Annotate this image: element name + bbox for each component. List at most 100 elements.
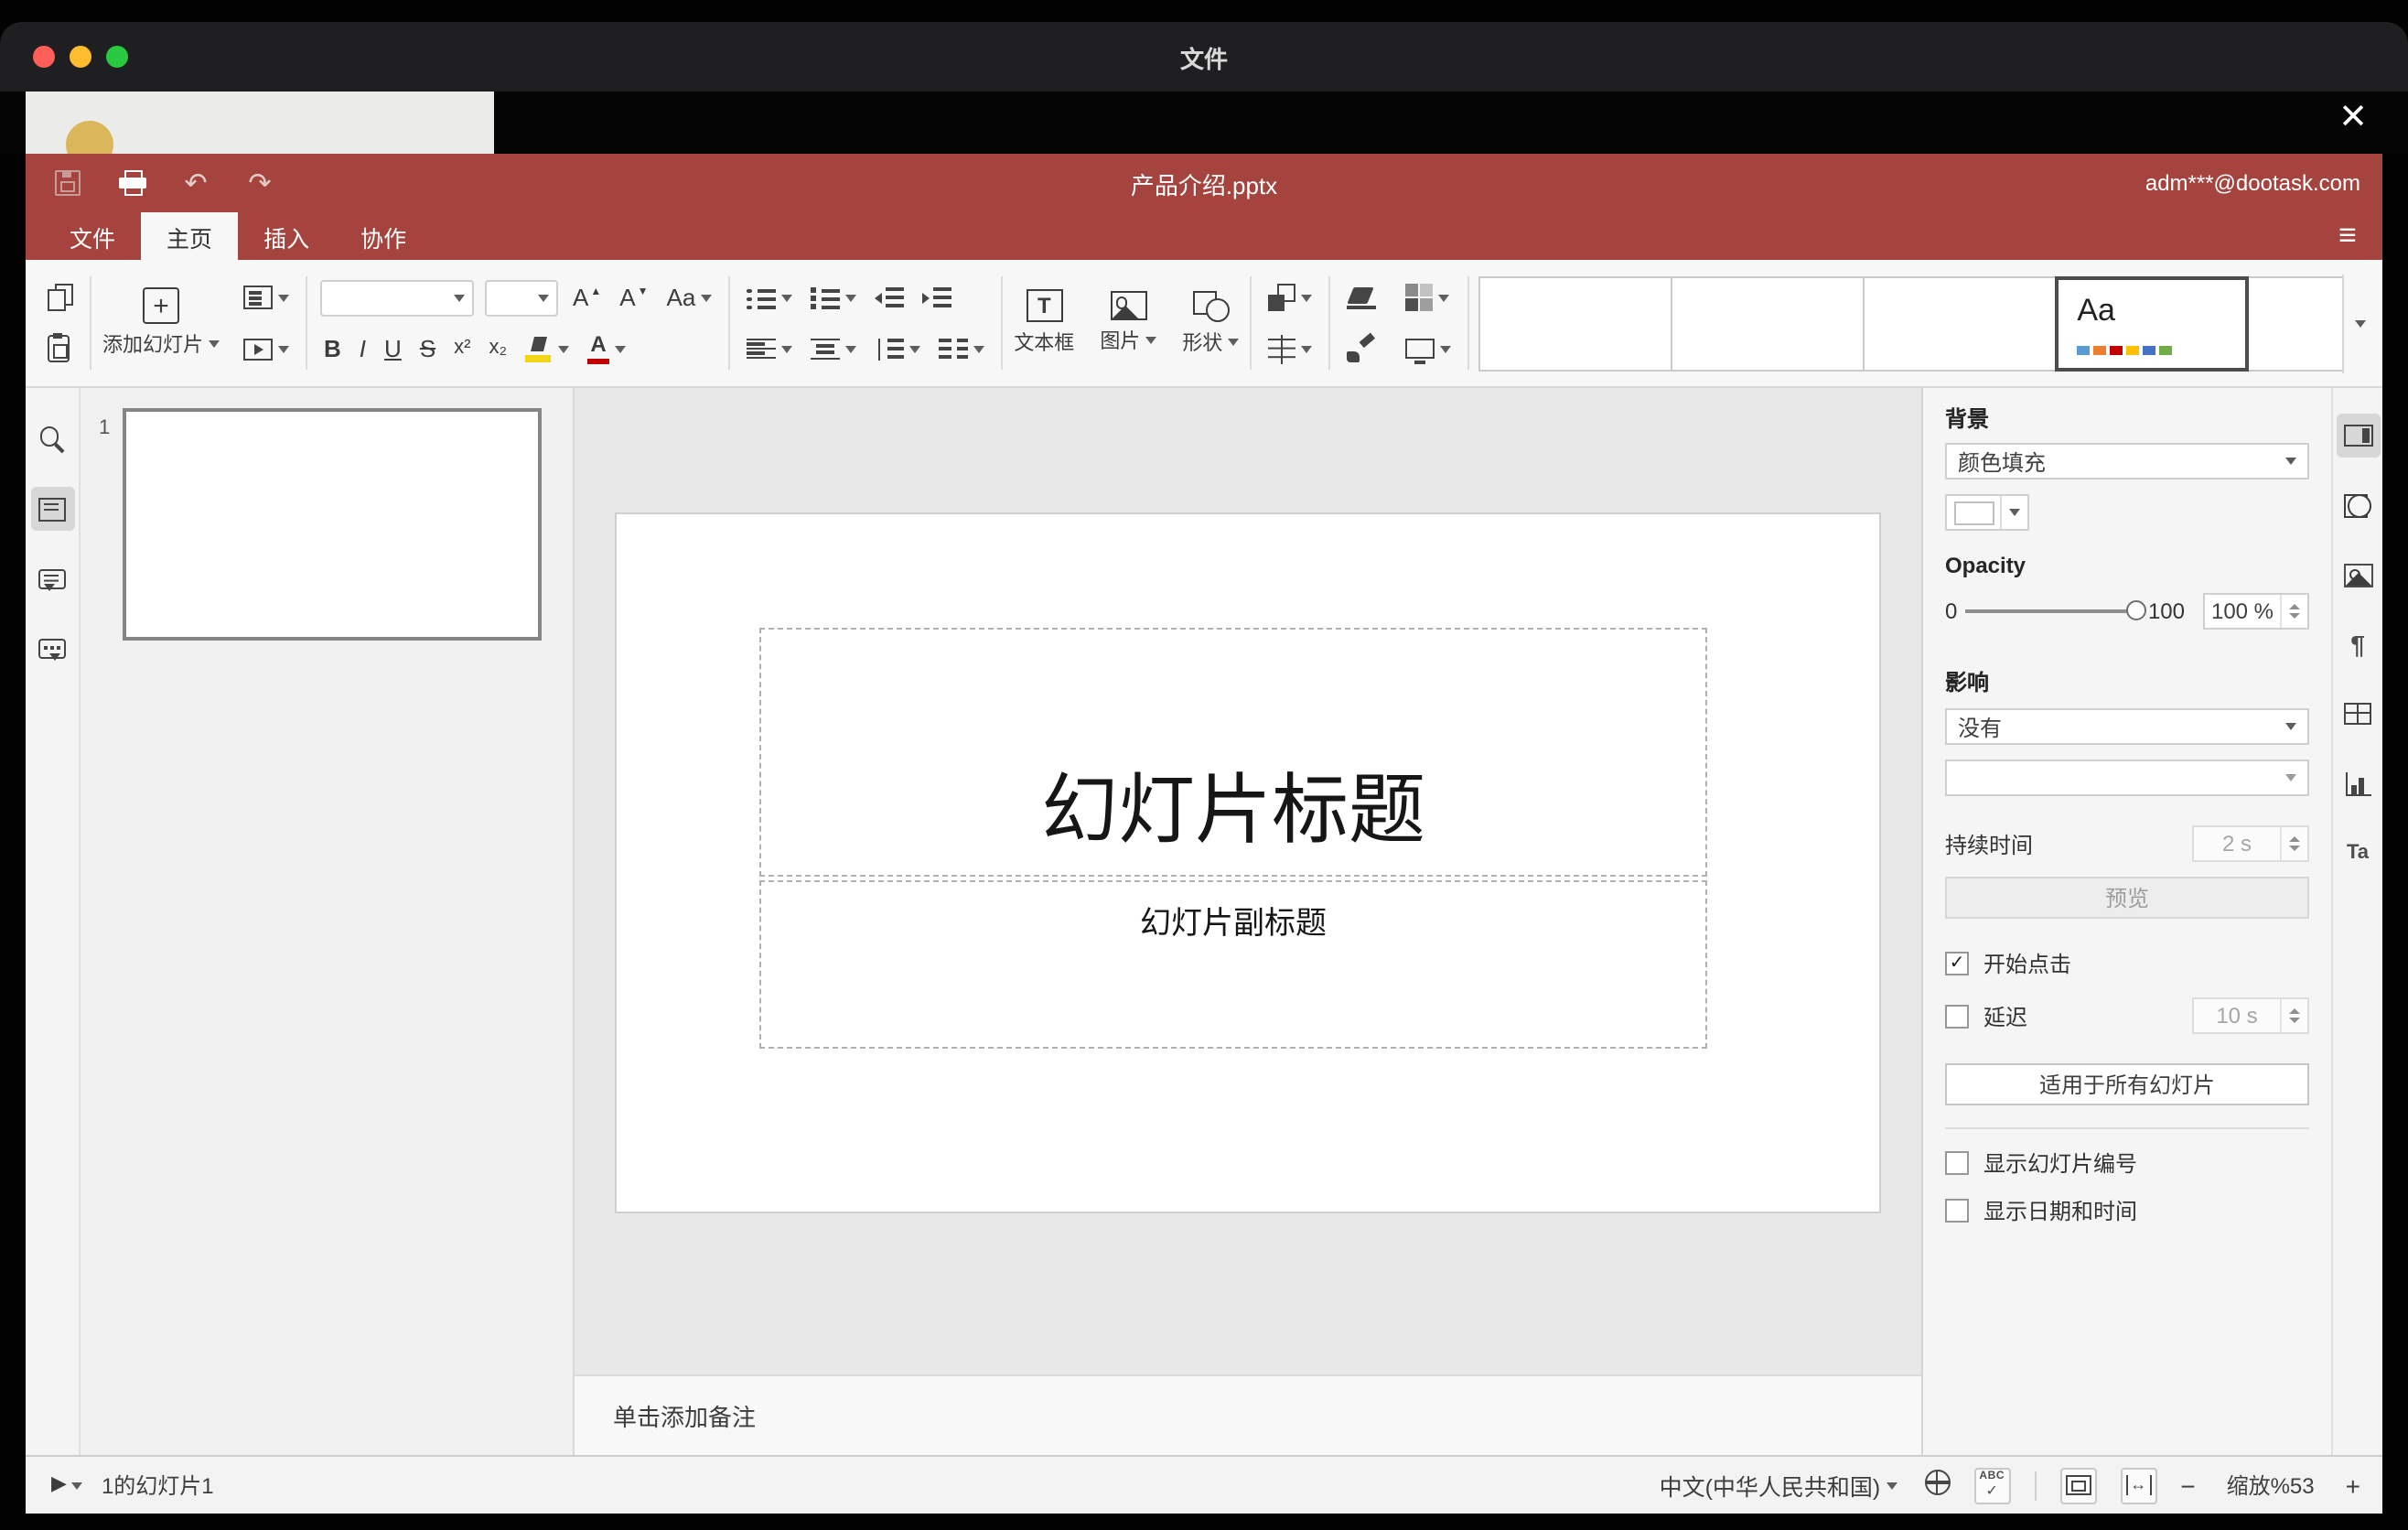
theme-tile[interactable] <box>1671 275 1865 371</box>
account-name: adm***@dootask.com <box>2145 170 2360 196</box>
italic-button[interactable]: I <box>356 335 370 362</box>
slide-canvas[interactable]: 幻灯片标题 幻灯片副标题 <box>575 388 1921 1374</box>
underline-button[interactable]: U <box>381 335 405 362</box>
spellcheck-button[interactable]: ABC ✓ <box>1973 1467 2011 1503</box>
highlight-color-button[interactable] <box>521 334 573 363</box>
decrease-indent-button[interactable] <box>871 285 908 310</box>
fit-to-slide-button[interactable] <box>2059 1467 2097 1503</box>
superscript-button[interactable]: x² <box>450 337 474 361</box>
start-slideshow-button[interactable] <box>240 336 293 361</box>
notes-area[interactable]: 单击添加备注 <box>575 1374 1921 1455</box>
save-icon <box>55 170 81 196</box>
chart-settings-tab[interactable] <box>2336 761 2380 805</box>
font-color-button[interactable]: A <box>584 331 629 367</box>
subscript-button[interactable]: x₂ <box>486 337 511 361</box>
duration-spinner[interactable] <box>2280 827 2307 860</box>
close-icon[interactable]: ✕ <box>2338 101 2368 135</box>
menu-button[interactable]: ≡ <box>2338 212 2357 260</box>
change-case-icon: Aa <box>666 284 696 311</box>
opacity-slider-knob[interactable] <box>2125 600 2146 620</box>
delay-checkbox[interactable] <box>1945 1004 1969 1028</box>
language-selector[interactable]: 中文(中华人民共和国) <box>1656 1466 1901 1504</box>
font-size-combo[interactable] <box>485 279 558 316</box>
delay-spinner[interactable] <box>2280 999 2307 1032</box>
increase-font-button[interactable]: A ▲ <box>569 284 605 311</box>
print-button[interactable] <box>112 163 152 203</box>
duration-input[interactable]: 2 s <box>2192 825 2309 862</box>
insert-shape-button[interactable]: 形状 <box>1173 290 1248 356</box>
tab-file[interactable]: 文件 <box>44 212 141 260</box>
search-button[interactable] <box>30 417 74 461</box>
opacity-input[interactable]: 100 % <box>2203 593 2309 630</box>
comments-button[interactable] <box>30 556 74 600</box>
table-settings-tab[interactable] <box>2336 692 2380 736</box>
vertical-align-button[interactable] <box>807 336 860 361</box>
theme-tile-selected[interactable]: Aa <box>2055 275 2250 371</box>
horizontal-align-button[interactable] <box>743 336 796 361</box>
slide-size-button[interactable] <box>1402 337 1455 364</box>
redo-button[interactable]: ↷ <box>240 163 280 203</box>
start-on-click-checkbox[interactable] <box>1945 952 1969 975</box>
increase-indent-button[interactable] <box>919 285 955 310</box>
slide-thumbnail[interactable] <box>123 408 542 641</box>
background-color-picker[interactable] <box>1945 494 2029 531</box>
theme-tile[interactable] <box>2247 275 2342 371</box>
background-fill-select[interactable]: 颜色填充 <box>1945 443 2309 479</box>
insert-image-button[interactable]: 图片 <box>1091 291 1166 355</box>
insert-textbox-button[interactable]: T 文本框 <box>1005 289 1083 357</box>
show-date-time-checkbox[interactable] <box>1945 1199 1969 1223</box>
subtitle-placeholder[interactable]: 幻灯片副标题 <box>759 880 1707 1049</box>
opacity-spinner[interactable] <box>2280 595 2307 628</box>
bold-button[interactable]: B <box>320 335 345 362</box>
paragraph-settings-tab[interactable]: ¶ <box>2336 622 2380 666</box>
effect-select[interactable]: 没有 <box>1945 708 2309 745</box>
arrange-shape-button[interactable] <box>1264 282 1316 313</box>
slide-settings-tab[interactable] <box>2336 414 2380 458</box>
preview-button[interactable]: 预览 <box>1945 877 2309 919</box>
zoom-in-button[interactable]: + <box>2346 1471 2360 1500</box>
numbering-button[interactable] <box>807 285 860 310</box>
delay-input[interactable]: 10 s <box>2192 997 2309 1034</box>
add-slide-button[interactable]: + 添加幻灯片 <box>93 287 229 359</box>
theme-gallery-expand-button[interactable] <box>2342 274 2375 372</box>
chat-button[interactable] <box>30 626 74 670</box>
clear-style-button[interactable] <box>1343 285 1380 310</box>
textart-settings-tab[interactable]: Ta <box>2336 831 2380 875</box>
tab-home[interactable]: 主页 <box>141 212 239 260</box>
apply-to-all-button[interactable]: 适用于所有幻灯片 <box>1945 1063 2309 1105</box>
paste-button[interactable] <box>44 333 73 364</box>
effect-option-select[interactable] <box>1945 760 2309 796</box>
change-case-button[interactable]: Aa <box>663 284 716 311</box>
change-layout-button[interactable] <box>240 284 293 311</box>
line-spacing-button[interactable] <box>871 336 924 361</box>
align-shape-button[interactable] <box>1264 334 1316 363</box>
tab-collaboration[interactable]: 协作 <box>335 212 432 260</box>
slides-panel-button[interactable] <box>30 487 74 531</box>
save-button[interactable] <box>48 163 88 203</box>
theme-tile[interactable] <box>1478 275 1673 371</box>
columns-button[interactable] <box>935 336 988 361</box>
copy-button[interactable] <box>44 282 77 313</box>
image-settings-tab[interactable] <box>2336 553 2380 597</box>
undo-button[interactable]: ↶ <box>176 163 216 203</box>
decrease-font-button[interactable]: A ▼ <box>616 284 651 311</box>
shape-settings-tab[interactable] <box>2336 483 2380 527</box>
opacity-slider[interactable] <box>1964 600 2146 620</box>
show-slide-number-checkbox[interactable] <box>1945 1151 1969 1175</box>
bullets-button[interactable] <box>743 285 796 310</box>
start-slideshow-status-button[interactable]: ▶ <box>48 1473 87 1497</box>
font-name-combo[interactable] <box>320 279 474 316</box>
color-scheme-button[interactable] <box>1402 282 1453 313</box>
title-placeholder[interactable]: 幻灯片标题 <box>759 628 1707 877</box>
document-language-button[interactable] <box>1924 1470 1951 1501</box>
tab-insert[interactable]: 插入 <box>238 212 335 260</box>
slide[interactable]: 幻灯片标题 幻灯片副标题 <box>617 514 1879 1212</box>
fit-to-width-button[interactable]: ↔ <box>2120 1467 2157 1503</box>
copy-style-button[interactable] <box>1343 334 1378 363</box>
paste-icon <box>48 333 70 362</box>
strikethrough-button[interactable]: S <box>416 335 439 362</box>
main-area: 1 幻灯片标题 幻灯片副标题 单击添加备注 背景 颜色填充 Opacity 0 … <box>26 388 2382 1455</box>
theme-tile[interactable] <box>1863 275 2058 371</box>
zoom-out-button[interactable]: − <box>2180 1471 2195 1500</box>
window-title: 文件 <box>1179 45 1228 72</box>
